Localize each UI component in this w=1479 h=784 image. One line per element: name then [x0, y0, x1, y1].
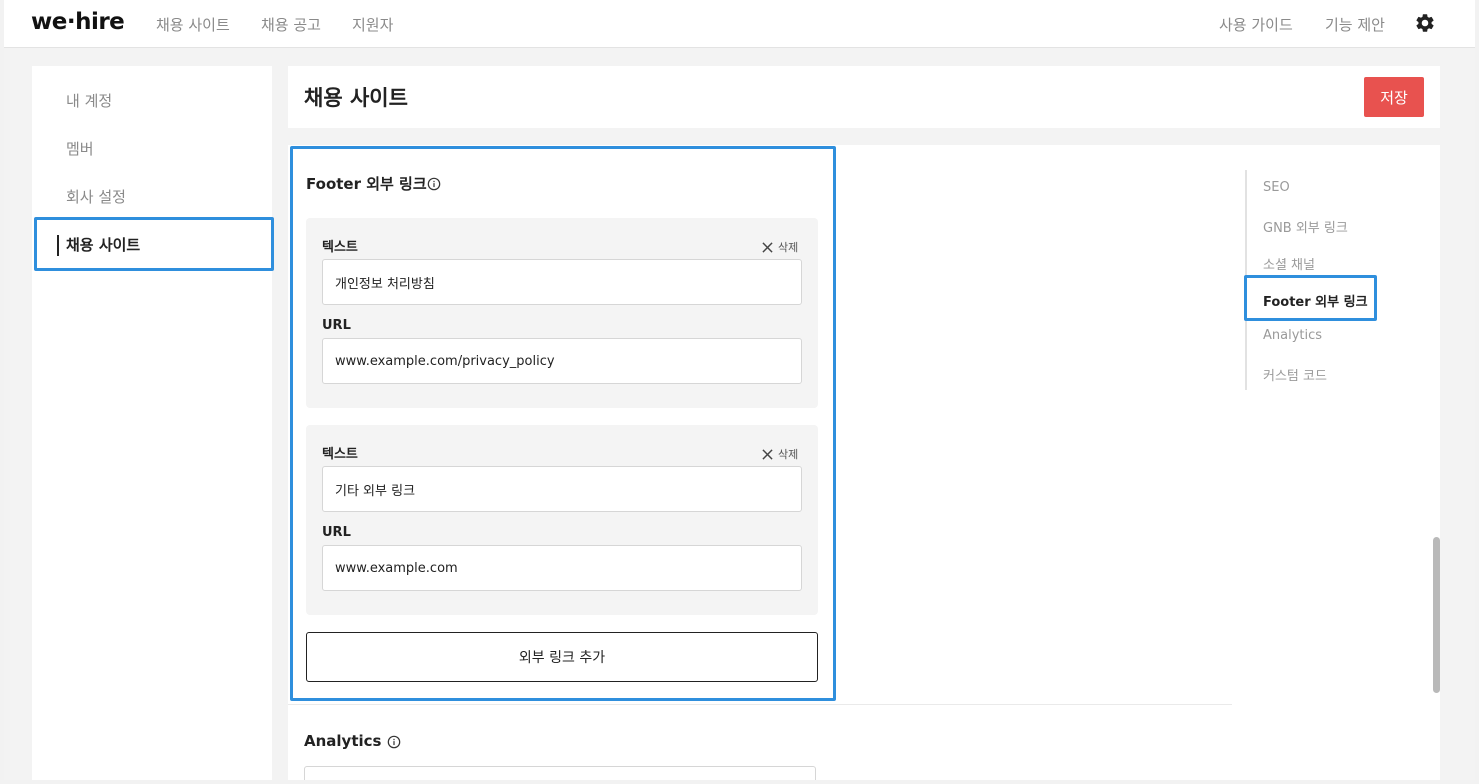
close-icon: [762, 241, 773, 253]
nav-item-user-guide[interactable]: 사용 가이드: [1219, 14, 1293, 35]
link-item: 텍스트 삭제 URL: [306, 218, 818, 408]
nav-item-applicants[interactable]: 지원자: [352, 14, 393, 35]
main-content: Footer 외부 링크 텍스트 삭제 URL 텍스트: [288, 145, 1440, 780]
active-indicator: [57, 235, 59, 256]
analytics-input[interactable]: [304, 766, 816, 780]
link-item: 텍스트 삭제 URL: [306, 425, 818, 615]
page-title: 채용 사이트: [304, 86, 408, 110]
sidebar-item-company-settings[interactable]: 회사 설정: [66, 186, 126, 207]
app-window: we·hire 채용 사이트 채용 공고 지원자 사용 가이드 기능 제안 내 …: [4, 0, 1475, 780]
toc-item-footer-links[interactable]: Footer 외부 링크: [1244, 275, 1377, 321]
sidebar-item-my-account[interactable]: 내 계정: [66, 90, 112, 111]
logo[interactable]: we·hire: [31, 9, 125, 35]
info-icon[interactable]: [387, 735, 401, 749]
delete-button[interactable]: 삭제: [762, 446, 798, 462]
delete-label: 삭제: [778, 448, 799, 461]
top-nav: we·hire 채용 사이트 채용 공고 지원자 사용 가이드 기능 제안: [4, 0, 1475, 48]
scrollbar[interactable]: [1433, 537, 1440, 693]
footer-links-section: Footer 외부 링크 텍스트 삭제 URL 텍스트: [290, 146, 836, 701]
section-title-footer-links: Footer 외부 링크: [306, 175, 427, 193]
page-header: 채용 사이트 저장: [288, 66, 1440, 128]
url-field-label: URL: [322, 318, 351, 333]
link-text-input[interactable]: [322, 259, 802, 305]
close-icon: [762, 448, 773, 460]
link-text-input[interactable]: [322, 466, 802, 512]
nav-item-recruit-site[interactable]: 채용 사이트: [156, 14, 230, 35]
toc-item-gnb-links[interactable]: GNB 외부 링크: [1263, 217, 1348, 236]
text-field-label: 텍스트: [322, 447, 358, 462]
toc-item-label: Footer 외부 링크: [1263, 295, 1368, 310]
text-field-label: 텍스트: [322, 240, 358, 255]
settings-sidebar: 내 계정 멤버 회사 설정 채용 사이트: [32, 66, 274, 780]
toc-item-custom-code[interactable]: 커스텀 코드: [1263, 365, 1327, 384]
link-url-input[interactable]: [322, 338, 802, 384]
nav-item-job-postings[interactable]: 채용 공고: [261, 14, 321, 35]
section-title-analytics: Analytics: [304, 732, 382, 750]
url-field-label: URL: [322, 525, 351, 540]
gear-icon[interactable]: [1414, 12, 1436, 34]
section-divider: [288, 704, 1232, 705]
save-button[interactable]: 저장: [1364, 77, 1424, 117]
nav-item-feature-request[interactable]: 기능 제안: [1325, 14, 1385, 35]
info-icon[interactable]: [427, 177, 441, 191]
add-link-button[interactable]: 외부 링크 추가: [306, 632, 818, 682]
sidebar-item-recruit-site[interactable]: 채용 사이트: [34, 217, 274, 271]
toc-item-social-channels[interactable]: 소셜 채널: [1263, 254, 1315, 273]
delete-label: 삭제: [778, 241, 799, 254]
toc-item-analytics[interactable]: Analytics: [1263, 328, 1322, 343]
sidebar-item-label: 채용 사이트: [66, 236, 141, 254]
link-url-input[interactable]: [322, 545, 802, 591]
toc-item-seo[interactable]: SEO: [1263, 180, 1290, 195]
sidebar-item-members[interactable]: 멤버: [66, 138, 94, 159]
delete-button[interactable]: 삭제: [762, 239, 798, 255]
